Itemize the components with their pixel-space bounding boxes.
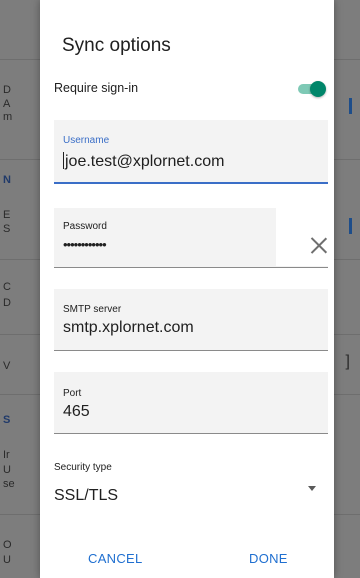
dialog-title: Sync options bbox=[62, 35, 171, 56]
sync-options-dialog: Sync options Require sign-in Username jo… bbox=[40, 0, 334, 578]
smtp-server-value: smtp.xplornet.com bbox=[63, 319, 194, 336]
password-field[interactable]: Password •••••••••••• bbox=[54, 208, 328, 268]
bg-bracket: ] bbox=[345, 353, 350, 370]
require-signin-toggle[interactable] bbox=[296, 81, 326, 97]
smtp-server-field[interactable]: SMTP server smtp.xplornet.com bbox=[54, 289, 328, 351]
username-label: Username bbox=[63, 135, 110, 146]
bg-letter: S bbox=[3, 223, 11, 235]
bg-letter: U bbox=[3, 554, 11, 566]
field-underline bbox=[54, 433, 328, 434]
text-caret bbox=[63, 152, 64, 169]
bg-letter: E bbox=[3, 209, 11, 221]
bg-letter: U bbox=[3, 464, 11, 476]
clear-icon[interactable] bbox=[308, 234, 330, 256]
done-button[interactable]: DONE bbox=[249, 551, 288, 566]
field-underline bbox=[54, 267, 328, 268]
chevron-down-icon bbox=[308, 486, 316, 491]
toggle-knob bbox=[310, 81, 326, 97]
bg-accent-bar bbox=[349, 98, 352, 114]
bg-accent-bar bbox=[349, 218, 352, 234]
username-field[interactable]: Username joe.test@xplornet.com bbox=[54, 120, 328, 184]
port-label: Port bbox=[63, 388, 82, 399]
password-value: •••••••••••• bbox=[63, 237, 107, 252]
bg-letter: V bbox=[3, 360, 11, 372]
port-value: 465 bbox=[63, 403, 90, 420]
smtp-server-label: SMTP server bbox=[63, 304, 122, 315]
port-field[interactable]: Port 465 bbox=[54, 372, 328, 434]
security-type-value: SSL/TLS bbox=[54, 487, 119, 504]
bg-letter: D bbox=[3, 84, 11, 96]
bg-letter: se bbox=[3, 478, 15, 490]
bg-letter: m bbox=[3, 111, 13, 123]
bg-letter: O bbox=[3, 539, 12, 551]
bg-letter: A bbox=[3, 98, 11, 110]
username-text: joe.test@xplornet.com bbox=[65, 153, 225, 170]
password-label: Password bbox=[63, 221, 107, 232]
cancel-button[interactable]: CANCEL bbox=[88, 551, 143, 566]
bg-letter: S bbox=[3, 414, 11, 426]
field-underline bbox=[54, 182, 328, 184]
bg-letter: Ir bbox=[3, 449, 10, 461]
require-signin-row: Require sign-in bbox=[54, 78, 328, 100]
require-signin-label: Require sign-in bbox=[54, 81, 139, 95]
bg-letter: D bbox=[3, 297, 11, 309]
username-value: joe.test@xplornet.com bbox=[63, 152, 224, 171]
field-underline bbox=[54, 350, 328, 351]
bg-letter: C bbox=[3, 281, 11, 293]
